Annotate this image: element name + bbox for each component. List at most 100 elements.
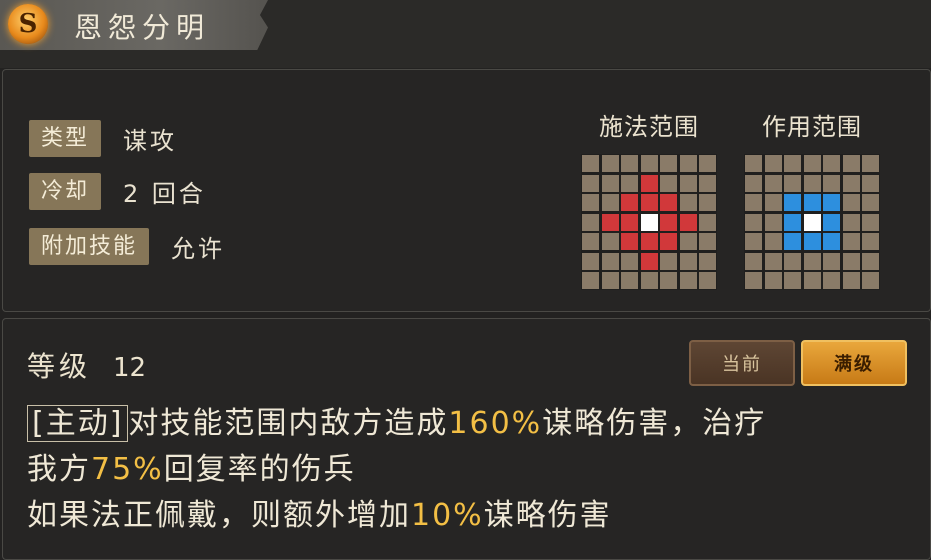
desc-line-2: 我方75%回复率的伤兵: [27, 447, 907, 493]
current-level-button[interactable]: 当前: [689, 340, 795, 386]
level-row: 等级 12: [27, 345, 146, 385]
skill-grade-icon: S: [8, 4, 48, 44]
cast-range-cell: [679, 194, 697, 211]
effect-range-cell: [745, 155, 762, 172]
effect-range-cell: [862, 194, 879, 211]
cast-range-cell: [660, 194, 677, 211]
desc-line-3: 如果法正佩戴，则额外增加10%谋略伤害: [27, 493, 907, 539]
cast-range-cell: [582, 213, 599, 231]
effect-range-cell: [823, 233, 840, 250]
cast-range-cell: [640, 233, 658, 250]
effect-range-cell: [764, 252, 782, 270]
effect-range-cell: [803, 233, 821, 250]
attr-type-label: 类型: [29, 120, 102, 157]
cast-range-cell: [601, 272, 619, 289]
effect-range-cell: [764, 194, 782, 211]
desc-text: 如果法正佩戴，则额外增加: [27, 498, 411, 533]
cast-range-cell: [582, 233, 599, 250]
effect-range-cell: [803, 213, 821, 231]
effect-range-cell: [823, 194, 840, 211]
cast-range-cell: [582, 272, 599, 289]
attr-cooldown-row: 冷却 2 回合: [29, 173, 206, 210]
cast-range-cell: [679, 155, 697, 172]
effect-range-cell: [784, 213, 801, 231]
effect-range-cell: [842, 272, 860, 289]
effect-range-cell: [745, 213, 762, 231]
effect-range-cell: [745, 252, 762, 270]
effect-range-cell: [823, 272, 840, 289]
skill-name: 恩怨分明: [74, 11, 211, 44]
attr-type-row: 类型 谋攻: [29, 120, 177, 157]
damage-percent: 160%: [448, 406, 543, 441]
cast-range-cell: [699, 233, 716, 250]
effect-range-cell: [842, 252, 860, 270]
cast-range-title: 施法范围: [599, 113, 699, 141]
skill-detail-panel: 等级 12 当前 满级 [主动] 对技能范围内敌方造成160%谋略伤害，治疗 我方…: [2, 318, 931, 560]
effect-range-cell: [823, 213, 840, 231]
level-label: 等级: [27, 350, 92, 383]
max-level-button[interactable]: 满级: [801, 340, 907, 386]
cast-range-cell: [660, 174, 677, 192]
cast-range-cell: [660, 252, 677, 270]
desc-text: 我方: [27, 452, 91, 487]
attr-addon-label: 附加技能: [29, 228, 150, 265]
cast-range-cell: [660, 272, 677, 289]
cast-range-cell: [621, 155, 638, 172]
level-value: 12: [113, 353, 147, 383]
effect-range-title: 作用范围: [762, 113, 862, 141]
effect-range-cell: [862, 272, 879, 289]
cast-range-cell: [640, 213, 658, 231]
cast-range-cell: [621, 174, 638, 192]
effect-range-cell: [803, 272, 821, 289]
effect-range-cell: [784, 155, 801, 172]
effect-range-cell: [745, 272, 762, 289]
cast-range-block: 施法范围: [581, 107, 717, 290]
cast-range-cell: [582, 155, 599, 172]
cast-range-cell: [699, 252, 716, 270]
effect-range-cell: [745, 194, 762, 211]
cast-range-grid: [581, 154, 717, 290]
active-tag: [主动]: [27, 405, 129, 442]
cast-range-cell: [582, 252, 599, 270]
effect-range-cell: [784, 272, 801, 289]
effect-range-cell: [862, 252, 879, 270]
effect-range-cell: [803, 155, 821, 172]
desc-text: 对技能范围内敌方造成: [128, 406, 449, 441]
cast-range-cell: [679, 174, 697, 192]
cast-range-cell: [679, 252, 697, 270]
effect-range-cell: [764, 174, 782, 192]
effect-range-cell: [784, 252, 801, 270]
effect-range-cell: [842, 155, 860, 172]
effect-range-grid: [744, 154, 880, 290]
cast-range-cell: [640, 252, 658, 270]
effect-range-cell: [745, 174, 762, 192]
effect-range-cell: [764, 155, 782, 172]
bonus-percent: 10%: [411, 498, 484, 533]
cast-range-cell: [601, 213, 619, 231]
effect-range-cell: [842, 213, 860, 231]
attr-cooldown-value: 2 回合: [123, 180, 206, 208]
desc-text: 谋略伤害，治疗: [542, 406, 767, 441]
attr-addon-row: 附加技能 允许: [29, 228, 225, 265]
cast-range-cell: [660, 213, 677, 231]
effect-range-cell: [823, 252, 840, 270]
cast-range-cell: [640, 155, 658, 172]
effect-range-cell: [862, 233, 879, 250]
cast-range-cell: [640, 174, 658, 192]
cast-range-cell: [699, 213, 716, 231]
cast-range-cell: [699, 174, 716, 192]
cast-range-cell: [640, 194, 658, 211]
cast-range-cell: [660, 233, 677, 250]
attr-type-value: 谋攻: [123, 127, 178, 155]
effect-range-cell: [823, 174, 840, 192]
effect-range-cell: [862, 155, 879, 172]
cast-range-cell: [621, 272, 638, 289]
desc-text: 回复率的伤兵: [163, 452, 356, 487]
effect-range-cell: [764, 233, 782, 250]
cast-range-cell: [621, 252, 638, 270]
cast-range-cell: [601, 155, 619, 172]
effect-range-cell: [764, 213, 782, 231]
cast-range-cell: [582, 174, 599, 192]
effect-range-cell: [784, 194, 801, 211]
skill-description: [主动] 对技能范围内敌方造成160%谋略伤害，治疗 我方75%回复率的伤兵 如果…: [27, 401, 907, 539]
